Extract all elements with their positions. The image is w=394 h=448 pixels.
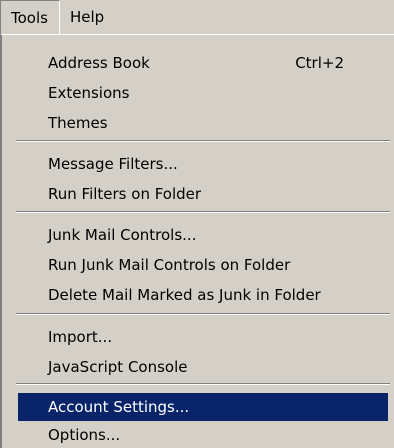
menu-bar: Tools Help <box>0 0 394 34</box>
menu-item-themes[interactable]: Themes <box>18 109 388 137</box>
menu-separator <box>16 313 390 315</box>
menu-item-label: Run Junk Mail Controls on Folder <box>48 256 291 274</box>
menu-item-label: Account Settings... <box>48 398 190 416</box>
menu-item-label: Address Book <box>48 54 150 72</box>
menu-item-label: Junk Mail Controls... <box>48 226 197 244</box>
tools-dropdown-menu: Address Book Ctrl+2 Extensions Themes Me… <box>0 34 394 448</box>
menu-item-label: Options... <box>48 426 121 444</box>
menu-item-javascript-console[interactable]: JavaScript Console <box>18 353 388 381</box>
menu-item-label: Run Filters on Folder <box>48 185 202 203</box>
menu-item-run-junk-mail-controls[interactable]: Run Junk Mail Controls on Folder <box>18 251 388 279</box>
menu-item-label: Delete Mail Marked as Junk in Folder <box>48 286 321 304</box>
menu-item-options[interactable]: Options... <box>18 421 388 448</box>
menu-item-label: JavaScript Console <box>48 358 188 376</box>
menu-item-message-filters[interactable]: Message Filters... <box>18 150 388 178</box>
menu-separator <box>16 140 390 142</box>
menu-item-run-filters[interactable]: Run Filters on Folder <box>18 180 388 208</box>
menu-separator <box>16 383 390 385</box>
menubar-help[interactable]: Help <box>60 0 120 34</box>
menubar-tools-label: Tools <box>11 9 48 27</box>
menu-item-junk-mail-controls[interactable]: Junk Mail Controls... <box>18 221 388 249</box>
menu-item-extensions[interactable]: Extensions <box>18 79 388 107</box>
menu-item-label: Extensions <box>48 84 130 102</box>
menu-item-address-book[interactable]: Address Book Ctrl+2 <box>18 49 388 77</box>
menu-item-shortcut: Ctrl+2 <box>295 54 344 72</box>
menu-item-delete-junk-mail[interactable]: Delete Mail Marked as Junk in Folder <box>18 281 388 309</box>
menubar-help-label: Help <box>70 8 105 26</box>
menu-item-label: Message Filters... <box>48 155 178 173</box>
menu-item-label: Import... <box>48 328 113 346</box>
menu-separator <box>16 211 390 213</box>
menu-item-label: Themes <box>48 114 108 132</box>
menu-item-import[interactable]: Import... <box>18 323 388 351</box>
menu-item-account-settings[interactable]: Account Settings... <box>18 393 388 421</box>
menubar-tools[interactable]: Tools <box>0 0 60 34</box>
